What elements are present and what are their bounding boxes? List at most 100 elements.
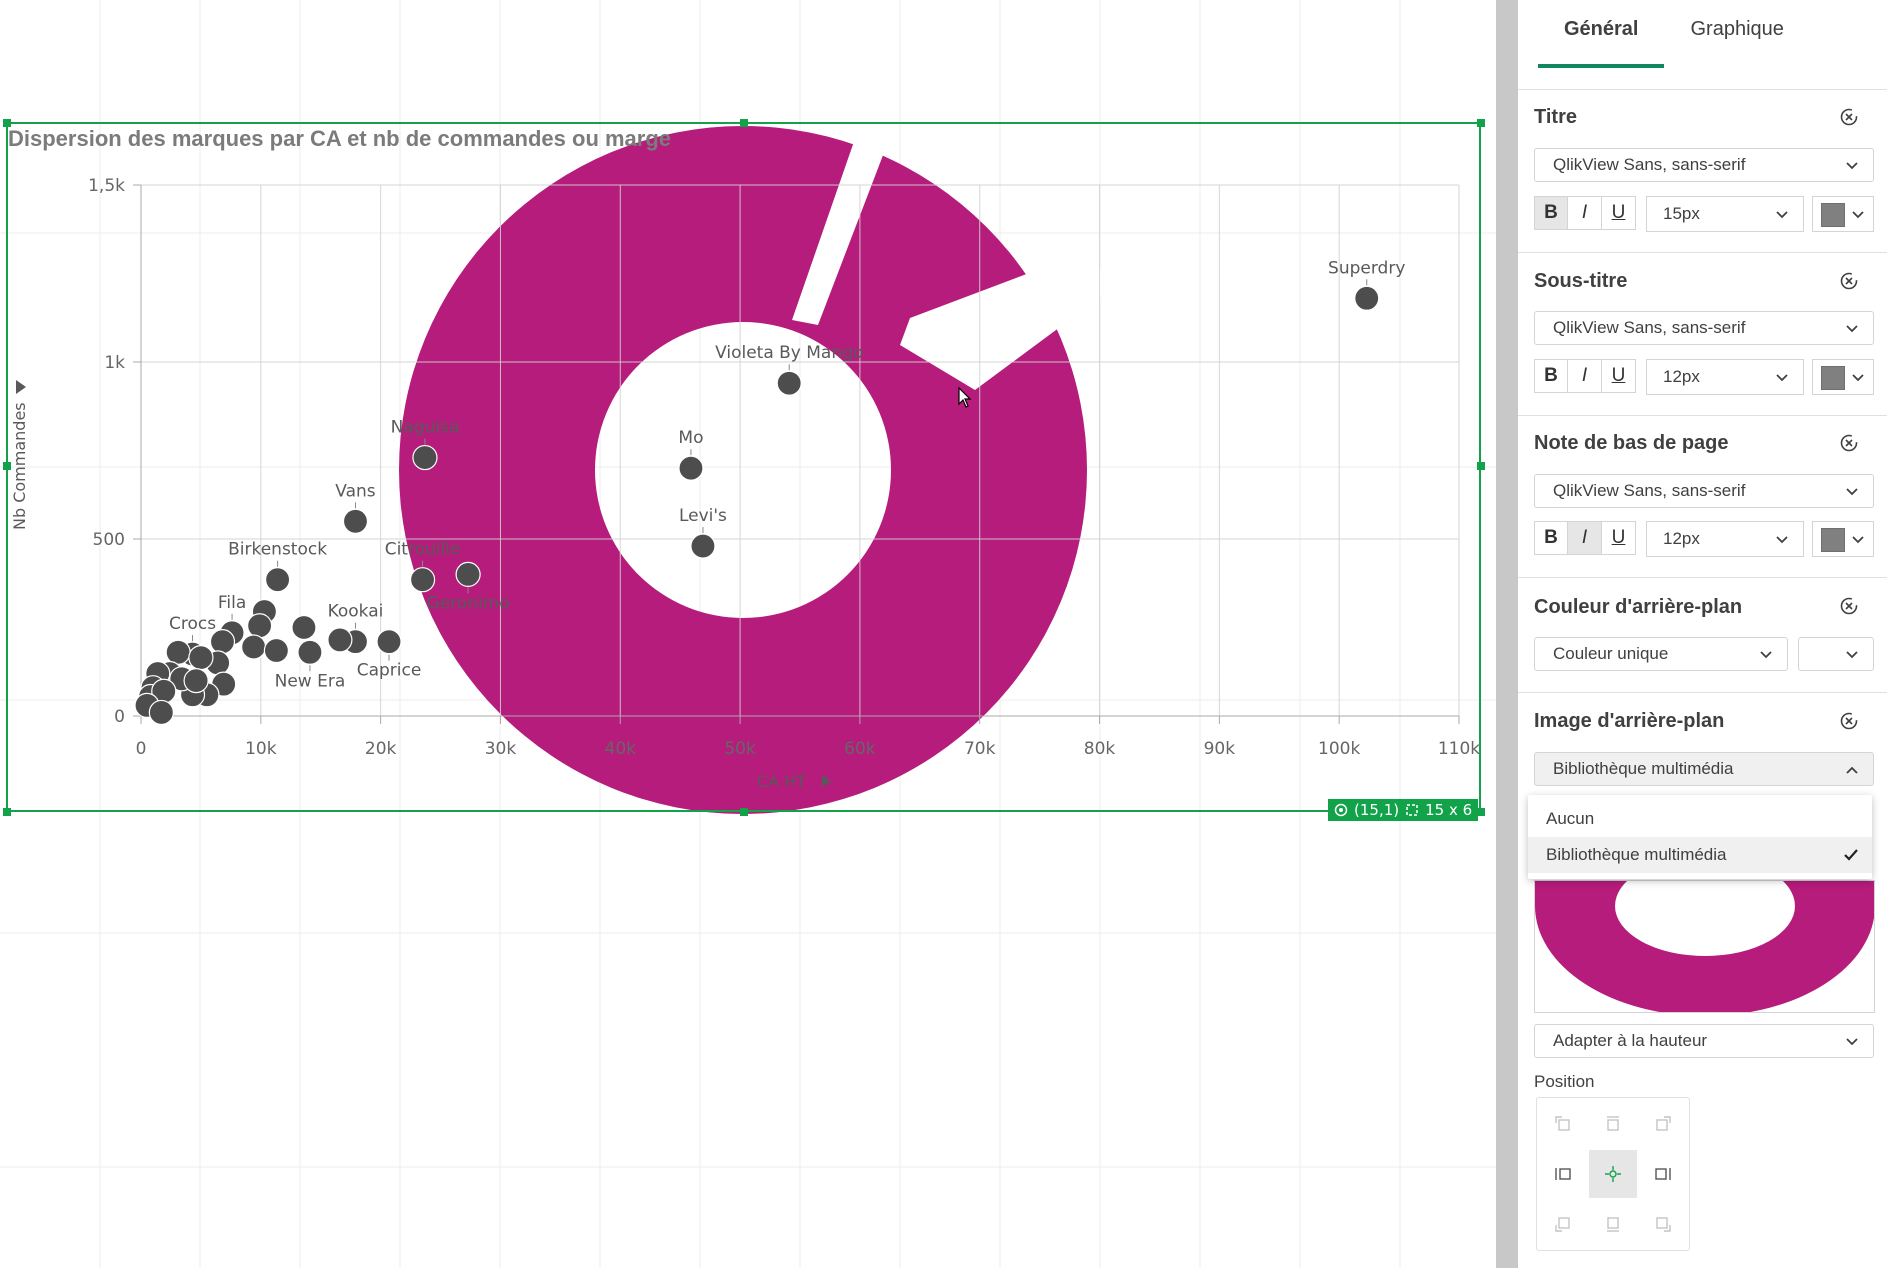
x-axis-sort-arrow-icon[interactable]	[822, 775, 831, 787]
subtitle-section-heading: Sous-titre	[1534, 270, 1628, 292]
subtitle-color-select[interactable]	[1812, 359, 1874, 395]
chevron-up-icon	[1846, 766, 1858, 774]
title-italic-button[interactable]: I	[1568, 196, 1602, 230]
position-bottom-button[interactable]	[1589, 1200, 1637, 1248]
resize-handle-right[interactable]	[1477, 462, 1485, 470]
footnote-font-select[interactable]: QlikView Sans, sans-serif	[1534, 474, 1874, 508]
title-underline-button[interactable]: U	[1602, 196, 1636, 230]
subtitle-underline-button[interactable]: U	[1602, 359, 1636, 393]
title-bold-button[interactable]: B	[1534, 196, 1568, 230]
resize-handle-top-right[interactable]	[1477, 119, 1485, 127]
bg-color-mode-value: Couleur unique	[1553, 644, 1669, 663]
reset-footnote-icon[interactable]	[1839, 433, 1859, 453]
subtitle-size-select[interactable]: 12px	[1646, 359, 1804, 395]
footnote-color-select[interactable]	[1812, 521, 1874, 557]
subtitle-font-select[interactable]: QlikView Sans, sans-serif	[1534, 311, 1874, 345]
resize-handle-bottom[interactable]	[740, 808, 748, 816]
bg-image-source-select[interactable]: Bibliothèque multimédia	[1534, 752, 1874, 786]
title-size-value: 15px	[1663, 204, 1700, 223]
reset-bg-color-icon[interactable]	[1839, 596, 1859, 616]
footnote-italic-button[interactable]: I	[1568, 521, 1602, 555]
title-color-swatch	[1821, 203, 1845, 227]
tab-chart[interactable]: Graphique	[1664, 0, 1809, 66]
position-top-left-button[interactable]	[1539, 1100, 1587, 1148]
mouse-pointer-icon	[958, 387, 972, 408]
title-font-select[interactable]: QlikView Sans, sans-serif	[1534, 148, 1874, 182]
chevron-down-icon	[1776, 536, 1788, 544]
title-section-heading: Titre	[1534, 106, 1577, 128]
reset-subtitle-icon[interactable]	[1839, 271, 1859, 291]
y-axis-title[interactable]: Nb Commandes	[10, 402, 29, 530]
bg-image-section-heading: Image d'arrière-plan	[1534, 710, 1725, 732]
title-font-value: QlikView Sans, sans-serif	[1553, 155, 1746, 174]
menu-option-none[interactable]: Aucun	[1528, 801, 1872, 837]
position-center-button[interactable]	[1589, 1150, 1637, 1198]
resize-handle-bottom-right[interactable]	[1477, 808, 1485, 816]
subtitle-format-group: B I U	[1534, 359, 1636, 395]
reset-bg-image-icon[interactable]	[1839, 711, 1859, 731]
sheet-canvas[interactable]: 0 10k 20k 30k 40k 50k 60k 70k 80k 90k 100k 110k 0 500…	[0, 0, 1496, 1268]
subtitle-italic-button[interactable]: I	[1568, 359, 1602, 393]
selected-object-frame[interactable]	[6, 122, 1481, 812]
divider	[1518, 692, 1887, 693]
align-top-right-icon	[1656, 1116, 1671, 1131]
position-bottom-left-button[interactable]	[1539, 1200, 1587, 1248]
position-grid	[1536, 1097, 1690, 1251]
footnote-bold-button[interactable]: B	[1534, 521, 1568, 555]
bg-image-fit-value: Adapter à la hauteur	[1553, 1031, 1708, 1050]
grid-cell-text: (15,1)	[1354, 801, 1400, 819]
divider	[1518, 89, 1887, 90]
subtitle-bold-button[interactable]: B	[1534, 359, 1568, 393]
menu-option-media-library[interactable]: Bibliothèque multimédia	[1528, 837, 1872, 873]
footnote-section-heading: Note de bas de page	[1534, 432, 1729, 454]
resize-handle-bottom-left[interactable]	[3, 808, 11, 816]
footnote-size-select[interactable]: 12px	[1646, 521, 1804, 557]
position-right-button[interactable]	[1639, 1150, 1687, 1198]
align-right-icon	[1655, 1168, 1671, 1180]
align-top-icon	[1607, 1116, 1619, 1131]
align-bottom-right-icon	[1656, 1217, 1671, 1232]
title-color-select[interactable]	[1812, 196, 1874, 232]
footnote-format-group: B I U	[1534, 521, 1636, 557]
panel-splitter[interactable]	[1496, 0, 1518, 1268]
subtitle-color-swatch	[1821, 366, 1845, 390]
position-top-right-button[interactable]	[1639, 1100, 1687, 1148]
footnote-underline-button[interactable]: U	[1602, 521, 1636, 555]
bg-color-mode-select[interactable]: Couleur unique	[1534, 637, 1788, 671]
bg-image-source-value: Bibliothèque multimédia	[1553, 759, 1734, 778]
bg-image-preview[interactable]	[1534, 880, 1875, 1013]
tab-general[interactable]: Général	[1538, 0, 1665, 68]
footnote-color-swatch	[1821, 528, 1845, 552]
resize-handle-top[interactable]	[740, 119, 748, 127]
chevron-down-icon	[1846, 325, 1858, 333]
chevron-down-icon	[1846, 1038, 1858, 1046]
bg-color-section-heading: Couleur d'arrière-plan	[1534, 596, 1743, 618]
panel-tabs: Général Graphique	[1538, 0, 1810, 68]
divider	[1518, 252, 1887, 253]
y-axis-sort-arrow-icon[interactable]	[16, 380, 26, 394]
grid-position-badge: (15,1) 15 x 6	[1328, 799, 1479, 821]
chevron-down-icon	[1846, 162, 1858, 170]
align-bottom-left-icon	[1555, 1217, 1570, 1232]
subtitle-size-value: 12px	[1663, 367, 1700, 386]
x-axis-title[interactable]: CA HT	[757, 772, 806, 791]
donut-thumbnail	[1535, 881, 1874, 1012]
grid-size-text: 15 x 6	[1425, 801, 1473, 819]
size-icon	[1406, 804, 1418, 816]
position-left-button[interactable]	[1539, 1150, 1587, 1198]
bg-color-picker[interactable]	[1798, 637, 1874, 671]
footnote-font-value: QlikView Sans, sans-serif	[1553, 481, 1746, 500]
title-size-select[interactable]: 15px	[1646, 196, 1804, 232]
reset-title-icon[interactable]	[1839, 107, 1859, 127]
chevron-down-icon	[1776, 374, 1788, 382]
position-bottom-right-button[interactable]	[1639, 1200, 1687, 1248]
chevron-down-icon	[1776, 211, 1788, 219]
align-left-icon	[1555, 1168, 1571, 1180]
position-top-button[interactable]	[1589, 1100, 1637, 1148]
align-bottom-icon	[1607, 1217, 1619, 1232]
chart-title: Dispersion des marques par CA et nb de c…	[8, 126, 672, 151]
divider	[1518, 415, 1887, 416]
chevron-down-icon	[1852, 211, 1864, 219]
bg-image-fit-select[interactable]: Adapter à la hauteur	[1534, 1024, 1874, 1058]
footnote-size-value: 12px	[1663, 529, 1700, 548]
